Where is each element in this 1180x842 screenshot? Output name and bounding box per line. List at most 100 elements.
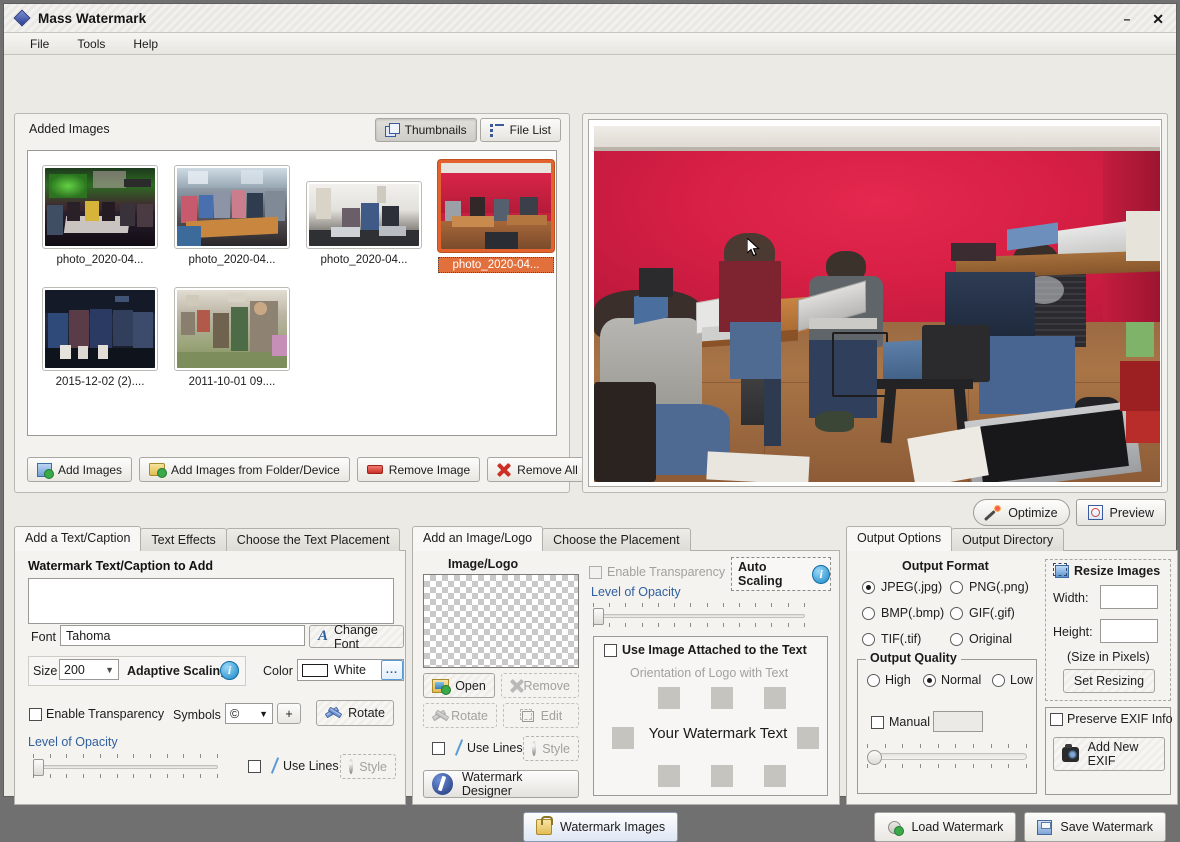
thumbnail-label: photo_2020-04...: [438, 257, 554, 273]
line-style-button[interactable]: Style: [340, 754, 396, 779]
open-image-button[interactable]: Open: [423, 673, 495, 698]
enable-transparency-checkbox[interactable]: [29, 708, 42, 721]
remove-image-logo-button[interactable]: Remove: [501, 673, 579, 698]
orient-bottom-right-cell[interactable]: [764, 765, 786, 787]
orient-middle-right-cell[interactable]: [797, 727, 819, 749]
quality-slider[interactable]: [867, 744, 1027, 770]
menu-tools[interactable]: Tools: [65, 35, 117, 53]
format-tif-radio[interactable]: [862, 633, 875, 646]
manual-quality-field[interactable]: [933, 711, 983, 732]
tab-add-text-caption[interactable]: Add a Text/Caption: [14, 526, 142, 551]
tab-text-effects[interactable]: Text Effects: [140, 528, 227, 551]
edit-logo-label: Edit: [540, 708, 563, 723]
logo-use-lines-checkbox[interactable]: [432, 742, 445, 755]
open-label: Open: [455, 678, 486, 693]
optimize-button[interactable]: Optimize: [973, 499, 1070, 526]
format-bmp-radio[interactable]: [862, 607, 875, 620]
thumbnail-image[interactable]: [174, 165, 290, 249]
edit-logo-button[interactable]: Edit: [503, 703, 579, 728]
orient-top-left-cell[interactable]: [658, 687, 680, 709]
preserve-exif-checkbox[interactable]: [1050, 713, 1063, 726]
format-jpeg-radio[interactable]: [862, 581, 875, 594]
file-list-view-button[interactable]: File List: [479, 118, 561, 142]
orient-top-right-cell[interactable]: [764, 687, 786, 709]
thumbnail-grid[interactable]: photo_2020-04... photo_2020-04... photo_…: [27, 150, 557, 436]
symbols-combobox[interactable]: © ▼: [225, 703, 273, 724]
orient-middle-left-cell[interactable]: [612, 727, 634, 749]
tab-choose-placement[interactable]: Choose the Placement: [542, 528, 691, 551]
remove-all-button[interactable]: Remove All: [487, 457, 588, 482]
thumbnail-item[interactable]: photo_2020-04...: [42, 165, 158, 273]
preview-button[interactable]: Preview: [1075, 499, 1166, 526]
resize-icon: [1053, 563, 1070, 579]
preview-viewport[interactable]: [588, 119, 1162, 487]
auto-scaling-group: Auto Scaling i: [731, 557, 831, 591]
remove-image-button[interactable]: Remove Image: [356, 457, 481, 482]
logo-opacity-slider[interactable]: [593, 603, 805, 629]
height-field[interactable]: [1100, 619, 1158, 643]
add-images-from-folder-button[interactable]: Add Images from Folder/Device: [139, 457, 350, 482]
thumbnails-view-button[interactable]: Thumbnails: [374, 118, 477, 142]
watermark-designer-button[interactable]: Watermark Designer: [423, 770, 579, 798]
quality-high-radio[interactable]: [867, 674, 880, 687]
orient-top-center-cell[interactable]: [711, 687, 733, 709]
format-png-radio[interactable]: [950, 581, 963, 594]
thumbnail-item[interactable]: photo_2020-04...: [306, 165, 422, 273]
rotate-text-button[interactable]: Rotate: [316, 700, 394, 726]
image-logo-preview[interactable]: [423, 574, 579, 668]
manual-quality-checkbox[interactable]: [871, 716, 884, 729]
thumbnail-item[interactable]: 2011-10-01 09....: [174, 287, 290, 388]
footer-left: Watermark Images: [523, 812, 679, 842]
add-new-exif-button[interactable]: Add New EXIF: [1053, 737, 1165, 771]
tab-output-directory[interactable]: Output Directory: [951, 528, 1065, 551]
load-watermark-button[interactable]: Load Watermark: [874, 812, 1017, 842]
preview-icon: [1087, 505, 1103, 520]
use-lines-checkbox[interactable]: [248, 760, 261, 773]
app-title: Mass Watermark: [38, 10, 147, 26]
tab-output-options[interactable]: Output Options: [846, 526, 953, 551]
quality-normal-radio[interactable]: [923, 674, 936, 687]
thumbnail-image[interactable]: [438, 160, 554, 252]
tab-add-image-logo[interactable]: Add an Image/Logo: [412, 526, 544, 551]
logo-enable-transparency-checkbox[interactable]: [589, 566, 602, 579]
manual-quality-label: Manual: [889, 715, 930, 729]
opacity-slider[interactable]: [33, 754, 218, 780]
menu-help[interactable]: Help: [121, 35, 170, 53]
info-icon[interactable]: i: [220, 661, 239, 680]
use-image-attached-checkbox[interactable]: [604, 644, 617, 657]
add-symbol-button[interactable]: +: [277, 703, 301, 724]
font-name-field[interactable]: Tahoma: [60, 625, 305, 646]
orient-bottom-left-cell[interactable]: [658, 765, 680, 787]
logo-style-button[interactable]: Style: [523, 736, 579, 761]
watermark-text-input[interactable]: [28, 578, 394, 624]
thumbnail-image[interactable]: [306, 181, 422, 249]
orient-bottom-center-cell[interactable]: [711, 765, 733, 787]
size-combobox[interactable]: 200 ▼: [59, 659, 119, 680]
color-value: White: [334, 663, 366, 677]
watermark-images-button[interactable]: Watermark Images: [523, 812, 679, 842]
thumbnail-item-selected[interactable]: photo_2020-04...: [438, 160, 554, 273]
format-original-radio[interactable]: [950, 633, 963, 646]
thumbnail-image[interactable]: [174, 287, 290, 371]
menu-file[interactable]: File: [18, 35, 61, 53]
thumbnail-item[interactable]: photo_2020-04...: [174, 165, 290, 273]
width-field[interactable]: [1100, 585, 1158, 609]
quality-low-radio[interactable]: [992, 674, 1005, 687]
minimize-button[interactable]: –: [1120, 11, 1135, 27]
info-icon[interactable]: i: [812, 564, 830, 584]
quality-low-label: Low: [1010, 673, 1033, 687]
thumbnail-image[interactable]: [42, 165, 158, 249]
change-font-button[interactable]: A Change Font: [309, 623, 404, 651]
thumbnail-image[interactable]: [42, 287, 158, 371]
slider-knob[interactable]: [867, 750, 882, 765]
close-button[interactable]: ✕: [1148, 10, 1168, 28]
color-more-button[interactable]: ...: [381, 660, 403, 680]
add-images-button[interactable]: Add Images: [27, 457, 133, 482]
format-bmp-label: BMP(.bmp): [881, 606, 945, 620]
rotate-logo-button[interactable]: Rotate: [423, 703, 497, 728]
save-watermark-button[interactable]: Save Watermark: [1024, 812, 1166, 842]
thumbnail-item[interactable]: 2015-12-02 (2)....: [42, 287, 158, 388]
format-gif-radio[interactable]: [950, 607, 963, 620]
tab-text-placement[interactable]: Choose the Text Placement: [225, 528, 401, 551]
set-resizing-button[interactable]: Set Resizing: [1063, 669, 1155, 693]
